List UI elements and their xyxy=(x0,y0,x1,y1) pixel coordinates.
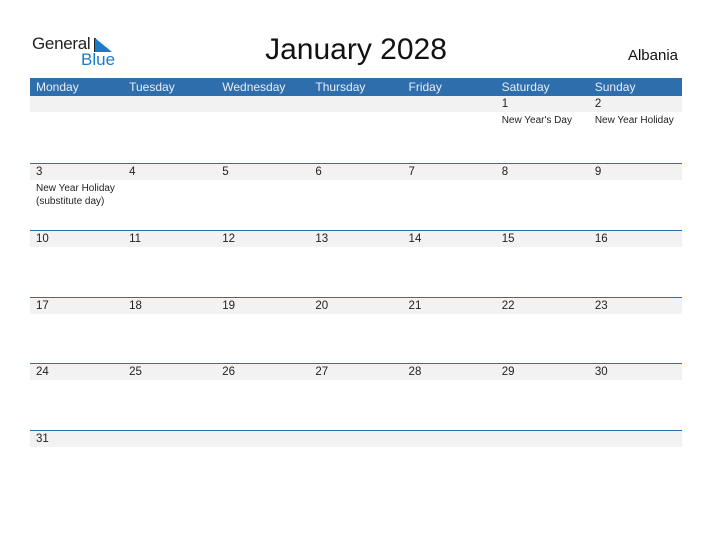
day-number: 9 xyxy=(594,166,602,178)
day-cell: 29 xyxy=(496,364,589,431)
holiday-label: New Year's Day xyxy=(501,115,572,126)
day-number: 3 xyxy=(36,166,43,178)
day-cell: 8 xyxy=(496,164,589,231)
day-number: 16 xyxy=(594,233,608,245)
day-cell xyxy=(309,96,402,163)
day-cell: 14 xyxy=(403,231,496,298)
day-number: 11 xyxy=(129,233,142,245)
day-number: 26 xyxy=(222,366,236,378)
day-number: 30 xyxy=(594,366,608,378)
day-cell: 17 xyxy=(30,298,123,365)
day-cell: 30 xyxy=(589,364,682,431)
day-cell: 13 xyxy=(309,231,402,298)
day-cell: 9 xyxy=(589,164,682,231)
day-number: 20 xyxy=(315,300,329,312)
day-cell: 3 New Year Holiday (substitute day) xyxy=(30,164,123,231)
week-row: 1 New Year's Day 2 New Year Holiday xyxy=(30,96,682,163)
day-number: 14 xyxy=(408,233,422,245)
day-number: 13 xyxy=(315,233,329,245)
day-cell: 4 xyxy=(123,164,216,231)
day-cell: 24 xyxy=(30,364,123,431)
day-number: 17 xyxy=(36,300,49,312)
day-number: 15 xyxy=(501,233,515,245)
day-cell: 22 xyxy=(496,298,589,365)
day-cell: 6 xyxy=(309,164,402,231)
day-number: 12 xyxy=(222,233,236,245)
day-cell: 20 xyxy=(309,298,402,365)
day-cell: 16 xyxy=(589,231,682,298)
day-number: 28 xyxy=(408,366,422,378)
day-number: 10 xyxy=(36,233,49,245)
day-cell xyxy=(216,431,309,498)
day-cell: 23 xyxy=(589,298,682,365)
day-cell: 31 xyxy=(30,431,123,498)
weekday-thursday: Thursday xyxy=(315,80,366,94)
country-label: Albania xyxy=(627,47,678,64)
day-cell xyxy=(496,431,589,498)
day-cell: 12 xyxy=(216,231,309,298)
day-number: 23 xyxy=(594,300,608,312)
week-row: 17 18 19 20 21 22 23 xyxy=(30,297,682,365)
week-row: 24 25 26 27 28 29 30 xyxy=(30,363,682,431)
day-number: 24 xyxy=(36,366,49,378)
day-number: 25 xyxy=(129,366,142,378)
day-cell: 25 xyxy=(123,364,216,431)
weekday-friday: Friday xyxy=(408,80,442,94)
weekday-tuesday: Tuesday xyxy=(129,80,175,94)
day-cell: 15 xyxy=(496,231,589,298)
week-row: 31 xyxy=(30,430,682,498)
week-row: 3 New Year Holiday (substitute day) 4 5 6 7 8 9 xyxy=(30,163,682,231)
day-cell xyxy=(123,431,216,498)
day-number: 31 xyxy=(36,433,49,445)
day-cell xyxy=(309,431,402,498)
day-number: 6 xyxy=(315,166,322,178)
day-cell: 18 xyxy=(123,298,216,365)
day-cell xyxy=(403,431,496,498)
day-cell xyxy=(589,431,682,498)
day-cell: 11 xyxy=(123,231,216,298)
day-cell: 2 New Year Holiday xyxy=(589,96,682,163)
day-cell: 10 xyxy=(30,231,123,298)
day-cell xyxy=(30,96,123,163)
day-number: 29 xyxy=(501,366,515,378)
day-number: 7 xyxy=(408,166,415,178)
day-number: 4 xyxy=(129,166,136,178)
day-number: 22 xyxy=(501,300,515,312)
day-number: 5 xyxy=(222,166,229,178)
day-cell: 21 xyxy=(403,298,496,365)
day-number: 19 xyxy=(222,300,236,312)
weekday-wednesday: Wednesday xyxy=(222,80,286,94)
day-cell xyxy=(403,96,496,163)
weekday-header: Monday Tuesday Wednesday Thursday Friday… xyxy=(30,78,682,96)
day-cell: 26 xyxy=(216,364,309,431)
weekday-monday: Monday xyxy=(36,80,79,94)
day-cell: 27 xyxy=(309,364,402,431)
calendar-title: January 2028 xyxy=(265,33,447,66)
holiday-label: New Year Holiday xyxy=(594,115,674,126)
day-number: 8 xyxy=(501,166,509,178)
day-cell: 5 xyxy=(216,164,309,231)
day-number: 18 xyxy=(129,300,142,312)
holiday-label: New Year Holiday (substitute day) xyxy=(36,183,115,207)
day-cell: 28 xyxy=(403,364,496,431)
day-number: 1 xyxy=(501,98,509,110)
day-number: 2 xyxy=(594,98,602,110)
day-cell: 7 xyxy=(403,164,496,231)
day-number: 27 xyxy=(315,366,329,378)
weekday-sunday: Sunday xyxy=(594,80,636,94)
day-cell xyxy=(123,96,216,163)
week-row: 10 11 12 13 14 15 16 xyxy=(30,230,682,298)
weekday-saturday: Saturday xyxy=(501,80,550,94)
day-cell: 1 New Year's Day xyxy=(496,96,589,163)
day-number: 21 xyxy=(408,300,422,312)
day-cell xyxy=(216,96,309,163)
day-cell: 19 xyxy=(216,298,309,365)
